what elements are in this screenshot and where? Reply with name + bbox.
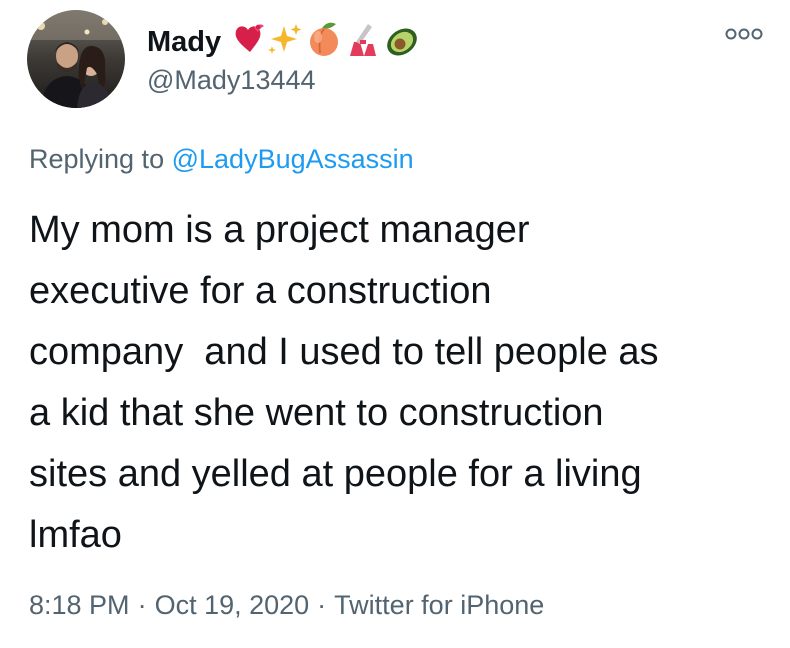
tweet-source[interactable]: Twitter for iPhone bbox=[334, 590, 544, 620]
more-dots-icon bbox=[725, 28, 763, 40]
name-emojis bbox=[235, 22, 417, 56]
nail-polish-icon bbox=[350, 24, 376, 56]
heart-icon bbox=[235, 24, 264, 52]
tweet-card: Mady @Mady13444 Replying to @LadyBugAssa… bbox=[0, 0, 790, 648]
tweet-text-line: lmfao bbox=[29, 514, 122, 556]
display-name[interactable]: Mady bbox=[147, 24, 221, 60]
sparkles-icon bbox=[268, 24, 302, 54]
avatar-photo bbox=[27, 10, 125, 108]
tweet-text-line: company and I used to tell people as bbox=[29, 331, 659, 373]
avatar[interactable] bbox=[27, 10, 125, 108]
more-options-button[interactable] bbox=[722, 22, 766, 46]
reply-context: Replying to @LadyBugAssassin bbox=[29, 142, 414, 176]
tweet-text-line: My mom is a project manager bbox=[29, 209, 530, 251]
tweet-text-line: executive for a construction bbox=[29, 270, 492, 312]
meta-separator: · bbox=[317, 590, 327, 620]
peach-icon bbox=[310, 22, 338, 56]
tweet-text-line: a kid that she went to construction bbox=[29, 392, 604, 434]
tweet-date[interactable]: Oct 19, 2020 bbox=[155, 590, 310, 620]
reply-prefix: Replying to bbox=[29, 144, 165, 174]
meta-separator: · bbox=[137, 590, 147, 620]
author-handle[interactable]: @Mady13444 bbox=[147, 63, 316, 97]
tweet-metadata: 8:18 PM · Oct 19, 2020 · Twitter for iPhone bbox=[29, 588, 544, 622]
reply-to-link[interactable]: @LadyBugAssassin bbox=[172, 144, 414, 174]
tweet-text: My mom is a project manager executive fo… bbox=[29, 200, 769, 566]
tweet-time[interactable]: 8:18 PM bbox=[29, 590, 130, 620]
tweet-text-line: sites and yelled at people for a living bbox=[29, 453, 642, 495]
avocado-icon bbox=[387, 28, 417, 56]
